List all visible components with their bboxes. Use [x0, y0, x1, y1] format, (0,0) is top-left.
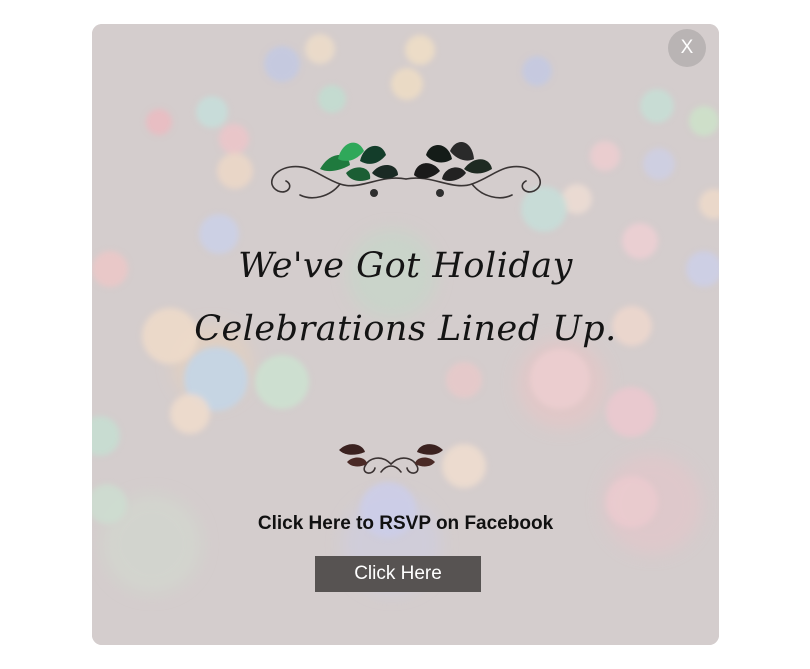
click-here-button[interactable]: Click Here — [315, 556, 481, 592]
rsvp-facebook-text: Click Here to RSVP on Facebook — [257, 513, 554, 534]
close-button[interactable]: X — [668, 29, 706, 67]
flourish-divider-icon — [339, 444, 443, 474]
headline-line-2: Celebrations Lined Up. — [194, 309, 617, 349]
close-icon: X — [680, 37, 694, 58]
headline-line-1: We've Got Holiday — [238, 246, 573, 286]
floral-flourish-icon — [270, 141, 542, 199]
holiday-popup-modal: X We've Got Holiday Celebrations Lined U… — [92, 24, 719, 645]
